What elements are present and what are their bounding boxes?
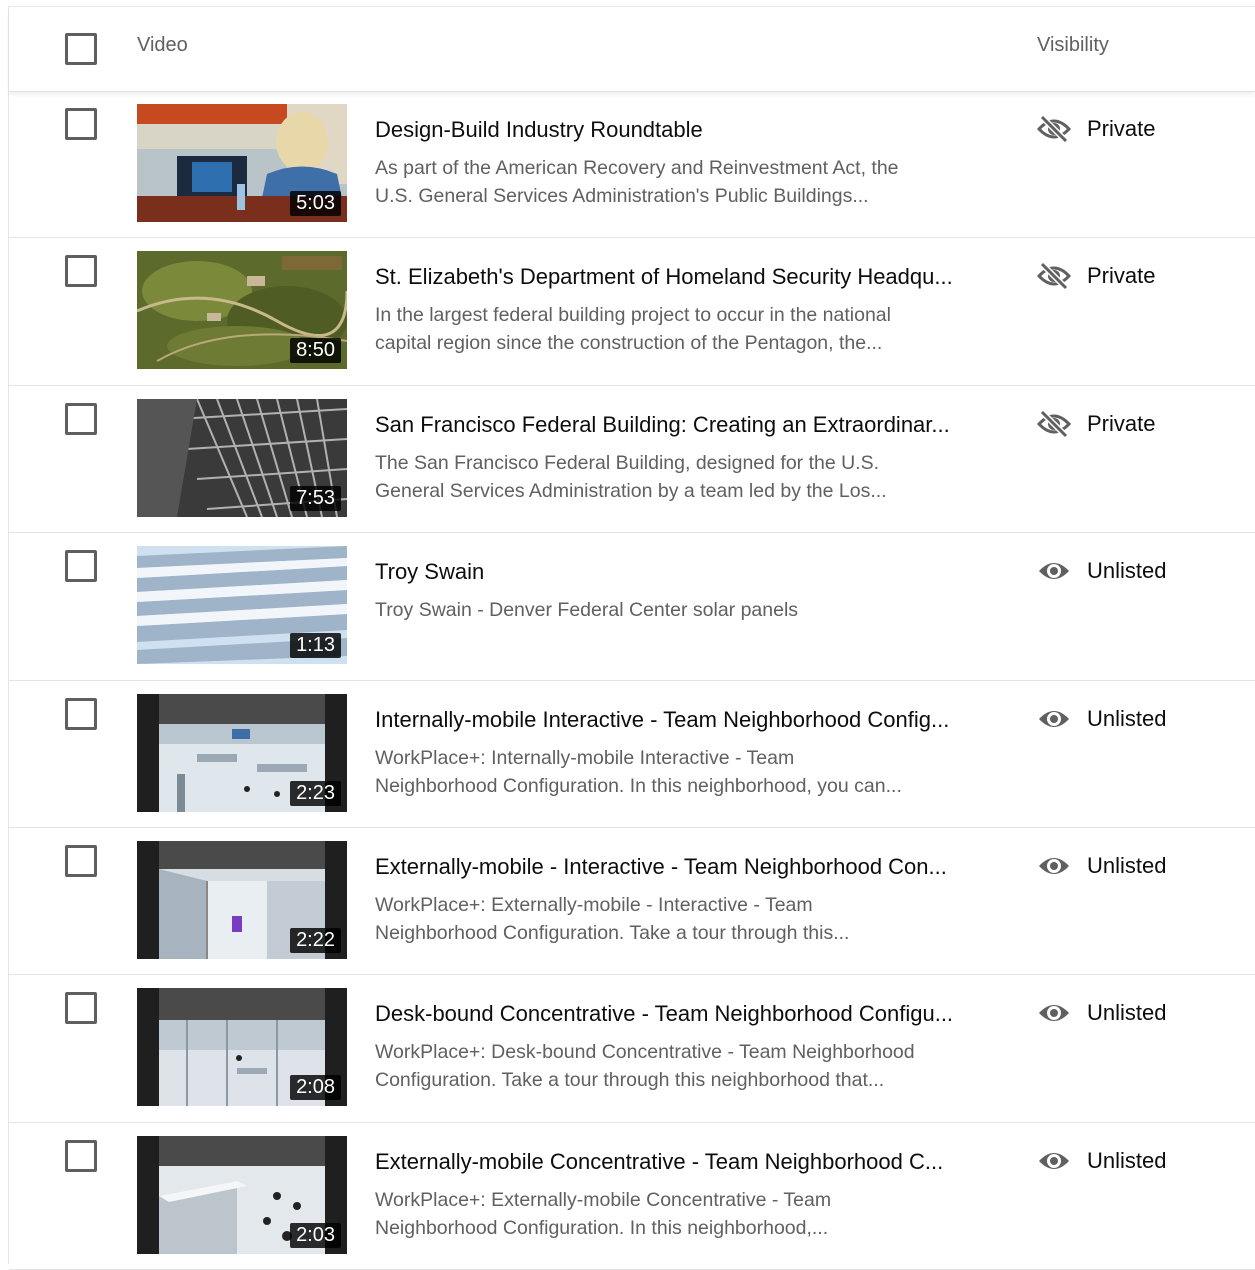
table-row[interactable]: 2:22 Externally-mobile - Interactive - T… [9,828,1255,976]
video-thumbnail[interactable]: 1:13 [137,546,347,665]
video-title[interactable]: Externally-mobile - Interactive - Team N… [375,854,985,880]
video-thumbnail[interactable]: 7:53 [137,398,347,517]
video-duration: 2:03 [290,1222,341,1248]
column-header-visibility[interactable]: Visibility [1037,34,1109,57]
description-line-1: In the largest federal building project … [375,304,891,327]
visibility-label: Private [1087,116,1156,141]
table-row[interactable]: 8:50 St. Elizabeth's Department of Homel… [9,238,1255,386]
description-line-1: The San Francisco Federal Building, desi… [375,451,880,474]
visibility-selector[interactable]: Unlisted [1037,557,1166,585]
column-header-video[interactable]: Video [137,34,188,57]
video-title[interactable]: San Francisco Federal Building: Creating… [375,412,985,438]
video-thumbnail[interactable]: 2:08 [137,988,347,1107]
row-checkbox[interactable] [65,402,97,435]
video-description: WorkPlace+: Externally-mobile Concentrat… [375,1186,975,1242]
video-thumbnail[interactable]: 2:23 [137,693,347,812]
video-description: WorkPlace+: Internally-mobile Interactiv… [375,744,975,800]
visibility-label: Unlisted [1087,1000,1167,1026]
description-line-1: WorkPlace+: Externally-mobile - Interact… [375,893,813,916]
video-thumbnail[interactable]: 5:03 [137,104,347,222]
visibility-selector[interactable]: Unlisted [1037,852,1166,880]
description-line-2: U.S. General Services Administration's P… [375,185,869,207]
eye-icon [1039,1152,1069,1169]
visibility-label: Private [1087,263,1156,289]
video-thumbnail[interactable]: 2:22 [137,840,347,959]
video-title[interactable]: Internally-mobile Interactive - Team Nei… [375,707,985,733]
eye-icon [1039,1005,1069,1022]
visibility-label: Unlisted [1087,705,1167,731]
video-duration: 2:08 [290,1075,341,1101]
row-checkbox[interactable] [65,697,97,730]
description-line-1: WorkPlace+: Externally-mobile Concentrat… [375,1188,832,1211]
video-duration: 5:03 [290,191,341,216]
video-duration: 1:13 [290,633,341,659]
visibility-label: Unlisted [1087,852,1167,878]
visibility-label: Unlisted [1087,1147,1167,1173]
description-line-1: WorkPlace+: Internally-mobile Interactiv… [375,746,795,769]
row-checkbox[interactable] [65,992,97,1025]
table-row[interactable]: 2:03 Externally-mobile Concentrative - T… [9,1123,1255,1270]
visibility-label: Private [1087,410,1156,436]
video-title[interactable]: St. Elizabeth's Department of Homeland S… [375,264,985,290]
video-description: The San Francisco Federal Building, desi… [375,449,975,505]
select-all-checkbox[interactable] [65,33,97,65]
video-duration: 8:50 [290,338,341,364]
video-description: WorkPlace+: Externally-mobile - Interact… [375,891,975,947]
video-description: As part of the American Recovery and Rei… [375,154,975,210]
video-duration: 2:23 [290,780,341,806]
eye-icon [1039,710,1069,727]
visibility-selector[interactable]: Private [1037,262,1156,291]
description-line-1: Troy Swain - Denver Federal Center solar… [375,599,799,622]
video-description: WorkPlace+: Desk-bound Concentrative - T… [375,1038,975,1094]
eye-icon [1039,857,1069,874]
visibility-selector[interactable]: Private [1037,115,1155,143]
video-title[interactable]: Externally-mobile Concentrative - Team N… [375,1149,985,1175]
table-row[interactable]: 5:03 Design-Build Industry Roundtable As… [9,91,1255,239]
video-duration: 7:53 [290,485,341,511]
row-checkbox[interactable] [65,108,97,140]
video-thumbnail[interactable]: 2:03 [137,1135,347,1254]
description-line-2: General Services Administration by a tea… [375,479,887,502]
eye-icon [1039,563,1069,580]
table-row[interactable]: 1:13 Troy Swain Troy Swain - Denver Fede… [9,533,1255,681]
video-table: Video Visibility 5:03 Design-Build Indus… [8,6,1255,1270]
visibility-selector[interactable]: Unlisted [1037,999,1166,1027]
row-checkbox[interactable] [65,1139,97,1172]
video-title[interactable]: Desk-bound Concentrative - Team Neighbor… [375,1001,985,1027]
table-row[interactable]: 2:08 Desk-bound Concentrative - Team Nei… [9,975,1255,1123]
table-header: Video Visibility [9,7,1255,92]
eye-off-icon [1037,262,1071,291]
visibility-selector[interactable]: Unlisted [1037,705,1166,733]
table-row[interactable]: 7:53 San Francisco Federal Building: Cre… [9,386,1255,534]
video-title[interactable]: Troy Swain [375,559,985,585]
description-line-2: Configuration. Take a tour through this … [375,1069,885,1092]
visibility-selector[interactable]: Unlisted [1037,1147,1166,1175]
visibility-selector[interactable]: Private [1037,409,1156,438]
video-rows: 5:03 Design-Build Industry Roundtable As… [9,91,1255,1270]
row-checkbox[interactable] [65,255,97,288]
visibility-label: Unlisted [1087,558,1167,584]
description-line-1: As part of the American Recovery and Rei… [375,157,899,179]
video-thumbnail[interactable]: 8:50 [137,251,347,370]
description-line-2: capital region since the construction of… [375,332,883,355]
description-line-2: Neighborhood Configuration. Take a tour … [375,921,850,944]
video-description: In the largest federal building project … [375,301,975,357]
eye-off-icon [1037,115,1071,143]
video-title[interactable]: Design-Build Industry Roundtable [375,117,985,143]
row-checkbox[interactable] [65,844,97,877]
video-duration: 2:22 [290,927,341,953]
description-line-2: Neighborhood Configuration. In this neig… [375,1216,829,1239]
description-line-1: WorkPlace+: Desk-bound Concentrative - T… [375,1041,915,1064]
description-line-2: Neighborhood Configuration. In this neig… [375,774,902,797]
eye-off-icon [1037,409,1071,438]
row-checkbox[interactable] [65,550,97,583]
table-row[interactable]: 2:23 Internally-mobile Interactive - Tea… [9,681,1255,828]
video-description: Troy Swain - Denver Federal Center solar… [375,596,975,624]
